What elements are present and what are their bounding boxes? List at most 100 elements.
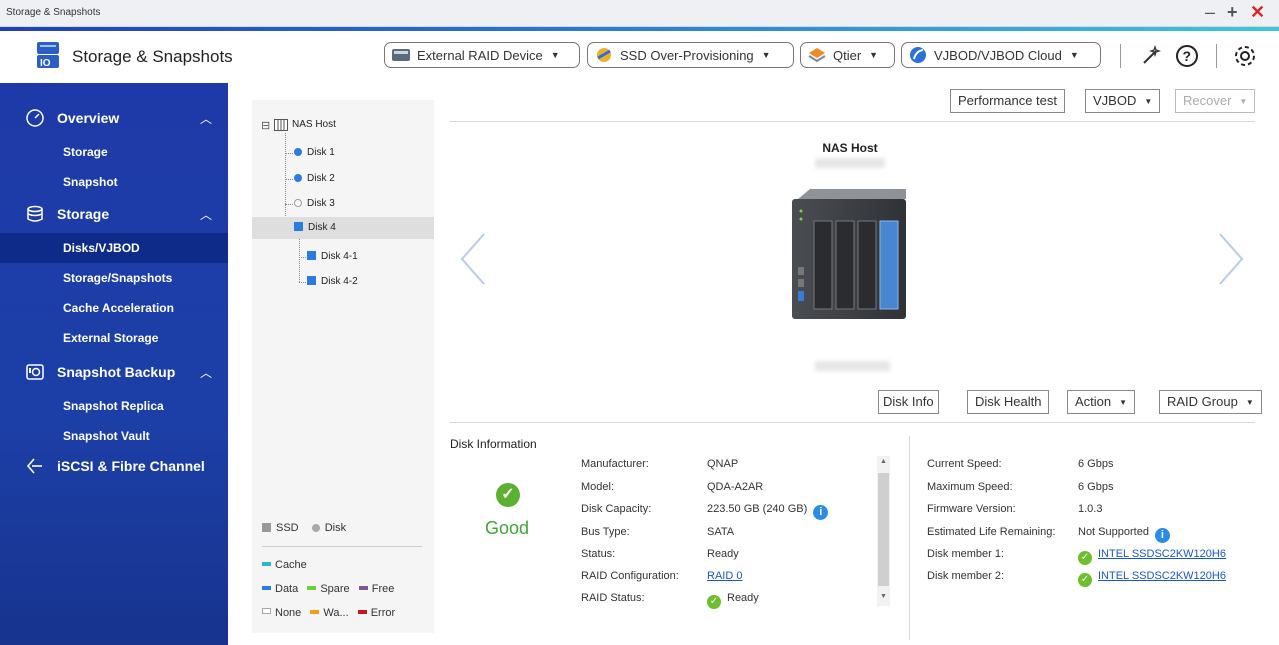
scroll-down-icon[interactable]: ▼ <box>880 593 887 600</box>
storage-app-icon: IO <box>37 42 59 69</box>
performance-test-button[interactable]: Performance test <box>950 89 1065 113</box>
info-value-raid-config: RAID 0 <box>707 570 742 582</box>
raid-device-icon <box>392 49 410 61</box>
vjbod-cloud-button[interactable]: VJBOD/VJBOD Cloud ▼ <box>901 42 1101 68</box>
sidebar-section-label: Snapshot Backup <box>57 364 176 380</box>
tree-connector <box>285 179 293 180</box>
info-value-raid-status: ✓ Ready <box>707 592 759 609</box>
app-header: IO Storage & Snapshots External RAID Dev… <box>0 31 1279 83</box>
sidebar-section-snapshot-backup[interactable]: Snapshot Backup ︿ <box>0 357 228 387</box>
chevron-down-icon: ▼ <box>1119 398 1128 407</box>
sidebar-section-iscsi[interactable]: iSCSI & Fibre Channel <box>0 451 228 481</box>
external-raid-device-label: External RAID Device <box>417 47 543 63</box>
chevron-down-icon: ▼ <box>1245 398 1254 407</box>
sidebar-item-snapshot-replica[interactable]: Snapshot Replica <box>0 391 228 421</box>
divider <box>450 422 1255 423</box>
minimize-icon[interactable]: – <box>1205 2 1215 22</box>
scroll-up-icon[interactable]: ▲ <box>880 458 887 465</box>
previous-arrow-icon[interactable] <box>458 232 488 286</box>
sidebar-item-external-storage[interactable]: External Storage <box>0 323 228 353</box>
next-arrow-icon[interactable] <box>1216 232 1246 286</box>
collapse-icon[interactable]: ⊟ <box>261 119 270 132</box>
tree-item-disk-2[interactable]: Disk 2 <box>294 168 335 190</box>
recover-dropdown[interactable]: Recover ▼ <box>1175 89 1256 113</box>
gear-icon[interactable] <box>1232 43 1258 69</box>
chevron-up-icon: ︿ <box>200 366 213 380</box>
legend-label: Data <box>275 583 299 595</box>
scrollbar-thumb[interactable] <box>878 473 889 586</box>
ssd-over-provisioning-button[interactable]: SSD Over-Provisioning ▼ <box>587 42 794 68</box>
external-raid-device-button[interactable]: External RAID Device ▼ <box>384 42 580 68</box>
sidebar-item-cache-acceleration[interactable]: Cache Acceleration <box>0 293 228 323</box>
tree-item-disk-4[interactable]: Disk 4 <box>294 217 336 239</box>
sidebar-item-snapshot[interactable]: Snapshot <box>0 167 228 197</box>
legend-label: Disk <box>324 522 347 534</box>
sidebar-section-storage[interactable]: Storage ︿ <box>0 199 228 229</box>
sidebar-item-storage-snapshots[interactable]: Storage/Snapshots <box>0 263 228 293</box>
legend-label: Error <box>370 607 396 619</box>
tree-item-disk-4-2[interactable]: Disk 4-2 <box>307 271 358 293</box>
info-label: Bus Type: <box>581 526 630 538</box>
tree-item-disk-4-1[interactable]: Disk 4-1 <box>307 246 358 268</box>
info-value: SATA <box>707 526 735 538</box>
tree-selection-highlight <box>252 217 434 239</box>
sidebar-item-snapshot-vault[interactable]: Snapshot Vault <box>0 421 228 451</box>
sidebar-section-overview[interactable]: Overview ︿ <box>0 103 228 133</box>
disk-member-link[interactable]: INTEL SSDSC2KW120H6 <box>1098 570 1226 582</box>
sidebar-item-disks-vjbod[interactable]: Disks/VJBOD <box>0 233 228 263</box>
camera-icon <box>26 364 44 380</box>
tree-item-label: Disk 4 <box>308 222 336 233</box>
device-name: NAS Host <box>822 141 878 155</box>
ssd-icon <box>294 222 303 231</box>
good-status-icon: ✓ <box>496 483 520 507</box>
disk-member-link[interactable]: INTEL SSDSC2KW120H6 <box>1098 548 1226 560</box>
raid-group-dropdown[interactable]: RAID Group ▼ <box>1159 390 1262 414</box>
sidebar-section-label: Overview <box>57 110 120 126</box>
tree-item-disk-1[interactable]: Disk 1 <box>294 142 335 164</box>
ssd-icon <box>597 48 611 62</box>
info-value-member-1: ✓ INTEL SSDSC2KW120H6 <box>1078 548 1226 565</box>
close-icon[interactable]: ✕ <box>1250 2 1265 22</box>
tree-root-nas-host[interactable]: NAS Host <box>292 114 336 136</box>
info-label: Manufacturer: <box>581 458 649 470</box>
tree-connector <box>285 153 293 154</box>
legend-swatch <box>310 610 320 614</box>
legend-swatch <box>357 610 367 614</box>
qtier-button[interactable]: Qtier ▼ <box>800 42 895 68</box>
app-title: Storage & Snapshots <box>72 47 233 66</box>
vjbod-dropdown[interactable]: VJBOD ▼ <box>1085 89 1161 113</box>
tree-item-label: Disk 3 <box>307 198 335 209</box>
scrollbar[interactable]: ▲ ▼ <box>877 456 890 606</box>
divider <box>450 121 1255 122</box>
action-dropdown[interactable]: Action ▼ <box>1067 390 1136 414</box>
info-label: Disk member 2: <box>927 570 1005 582</box>
info-icon[interactable]: i <box>1154 528 1170 543</box>
disk-icon <box>294 148 302 156</box>
vjbod-cloud-label: VJBOD/VJBOD Cloud <box>934 47 1062 63</box>
tree-item-label: Disk 4-1 <box>321 251 358 262</box>
info-value: 6 Gbps <box>1078 458 1114 470</box>
magic-wand-icon[interactable] <box>1140 45 1162 67</box>
vjbod-icon <box>910 47 926 63</box>
sidebar-item-storage[interactable]: Storage <box>0 137 228 167</box>
raid-configuration-link[interactable]: RAID 0 <box>707 570 742 582</box>
vjbod-label: VJBOD <box>1093 93 1137 108</box>
tree-item-disk-3[interactable]: Disk 3 <box>294 193 335 215</box>
tree-connector <box>299 257 306 258</box>
disk-info-button[interactable]: Disk Info <box>878 390 939 414</box>
help-icon[interactable]: ? <box>1175 44 1199 68</box>
recover-label: Recover <box>1183 93 1232 108</box>
legend-row-3: None Wa... Error <box>262 607 395 619</box>
info-label: Status: <box>581 548 616 560</box>
chevron-down-icon: ▼ <box>1069 50 1079 60</box>
legend-label: Spare <box>320 583 350 595</box>
tree-item-label: Disk 2 <box>307 173 335 184</box>
legend-swatch <box>358 586 368 590</box>
device-ip-blurred <box>815 158 885 168</box>
raid-group-label: RAID Group <box>1167 394 1238 409</box>
legend-types: SSD Disk <box>262 522 346 534</box>
tree-item-label: Disk 4-2 <box>321 276 358 287</box>
info-icon[interactable]: i <box>813 505 829 520</box>
disk-health-button[interactable]: Disk Health <box>967 390 1050 414</box>
maximize-icon[interactable]: + <box>1227 2 1238 22</box>
